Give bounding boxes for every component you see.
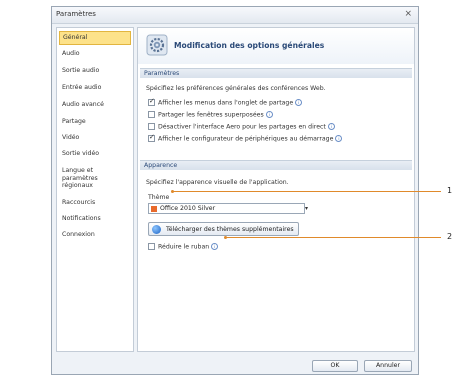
reduce-ribbon-checkbox[interactable]	[148, 243, 155, 250]
section-apparence: Apparence	[140, 160, 412, 170]
panel-title: Modification des options générales	[174, 41, 325, 50]
sidebar-item-language[interactable]: Langue et paramètres régionaux	[59, 165, 131, 192]
globe-icon	[152, 225, 161, 234]
sidebar-item-audio-input[interactable]: Entrée audio	[59, 82, 131, 94]
sidebar-item-video[interactable]: Vidéo	[59, 132, 131, 144]
info-icon[interactable]: i	[295, 99, 303, 106]
gear-icon	[146, 34, 168, 56]
option-checkbox-show-menus[interactable]	[148, 97, 155, 106]
cancel-button[interactable]: Annuler	[364, 360, 412, 372]
option-label-disable-aero: Désactiver l'interface Aero pour les par…	[158, 123, 335, 131]
panel-header: Modification des options générales	[138, 28, 414, 64]
callout-line-2	[226, 237, 441, 238]
callout-number-2: 2	[447, 232, 453, 241]
ok-button[interactable]: OK	[312, 360, 358, 372]
sidebar-item-audio[interactable]: Audio	[59, 48, 131, 60]
theme-value: Office 2010 Silver	[160, 205, 216, 212]
download-themes-button[interactable]: Télécharger des thèmes supplémentaires	[148, 222, 299, 236]
theme-label: Thème	[148, 194, 170, 201]
close-icon[interactable]: ⨯	[404, 9, 412, 19]
callout-line-1	[173, 191, 441, 192]
option-label-show-menus: Afficher les menus dans l'onglet de part…	[158, 99, 303, 107]
info-icon[interactable]: i	[335, 135, 343, 142]
option-checkbox-share-windows[interactable]	[148, 111, 155, 118]
info-icon[interactable]: i	[211, 243, 219, 250]
sidebar-item-sharing[interactable]: Partage	[59, 116, 131, 128]
window-title: Paramètres	[56, 10, 96, 18]
apparence-description: Spécifiez l'apparence visuelle de l'appl…	[146, 179, 289, 186]
info-icon[interactable]: i	[265, 111, 273, 118]
reduce-ribbon-label: Réduire le ruban i	[158, 243, 219, 251]
theme-select[interactable]: Office 2010 Silver ▾	[148, 203, 308, 214]
section-parametres: Paramètres	[140, 68, 412, 78]
download-themes-label: Télécharger des thèmes supplémentaires	[166, 226, 294, 233]
sidebar-item-audio-output[interactable]: Sortie audio	[59, 65, 131, 77]
sidebar-item-shortcuts[interactable]: Raccourcis	[59, 197, 131, 209]
option-checkbox-device-config[interactable]	[148, 133, 155, 142]
sidebar: Général Audio Sortie audio Entrée audio …	[56, 27, 134, 352]
sidebar-item-video-output[interactable]: Sortie vidéo	[59, 148, 131, 160]
info-icon[interactable]: i	[327, 123, 335, 130]
callout-number-1: 1	[447, 186, 453, 195]
office-logo-icon	[151, 206, 157, 212]
sidebar-item-general[interactable]: Général	[59, 31, 131, 45]
sidebar-item-connection[interactable]: Connexion	[59, 229, 131, 241]
option-checkbox-disable-aero[interactable]	[148, 123, 155, 130]
chevron-down-icon[interactable]: ▾	[305, 205, 314, 214]
sidebar-item-advanced-audio[interactable]: Audio avancé	[59, 99, 131, 111]
option-label-device-config: Afficher le configurateur de périphériqu…	[158, 135, 343, 143]
sidebar-item-notifications[interactable]: Notifications	[59, 213, 131, 225]
parametres-description: Spécifiez les préférences générales des …	[146, 85, 326, 92]
option-label-share-windows: Partager les fenêtres superposées i	[158, 111, 273, 119]
title-bar: Paramètres ⨯	[52, 7, 418, 24]
content-panel: Modification des options générales Param…	[137, 27, 415, 352]
